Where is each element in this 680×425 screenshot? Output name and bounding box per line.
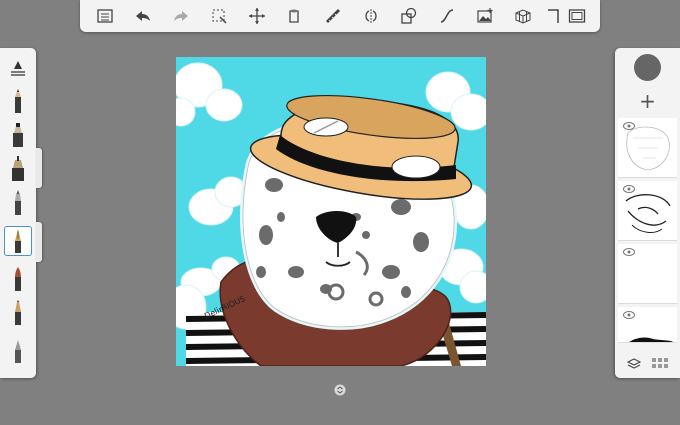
selection-button[interactable]	[200, 2, 238, 30]
brush-paintbrush[interactable]	[4, 188, 32, 218]
eye-icon[interactable]	[623, 122, 635, 130]
brush-airbrush[interactable]	[4, 154, 32, 184]
redo-icon	[174, 11, 188, 21]
image-button[interactable]	[466, 2, 504, 30]
layers-panel: +	[615, 48, 680, 378]
paintbrush-icon	[15, 190, 21, 215]
undo-icon	[136, 11, 150, 21]
brush-chisel[interactable]	[4, 298, 32, 328]
eye-icon[interactable]	[623, 185, 635, 193]
list-icon	[97, 9, 113, 23]
brush-felt[interactable]	[4, 264, 32, 294]
current-color-swatch[interactable]	[634, 54, 661, 81]
fill-icon	[289, 9, 299, 23]
eye-icon[interactable]	[623, 311, 635, 319]
brush-palette	[0, 48, 36, 378]
selection-icon	[212, 9, 227, 24]
layer-thumbnail-3[interactable]	[618, 244, 677, 304]
symmetry-button[interactable]	[352, 2, 390, 30]
shape-button[interactable]	[390, 2, 428, 30]
crop-icon	[548, 9, 559, 23]
fullscreen-button[interactable]	[564, 2, 590, 30]
fullscreen-icon	[568, 9, 586, 23]
drawing-canvas[interactable]: DelirRIOUS	[176, 57, 486, 366]
shape-icon	[401, 7, 417, 24]
layer-thumbnail-1[interactable]	[618, 118, 677, 178]
brush-marker[interactable]	[4, 120, 32, 150]
airbrush-icon	[12, 156, 24, 181]
artwork: DelirRIOUS	[176, 62, 486, 366]
redo-button[interactable]	[162, 2, 200, 30]
ink-pen-icon	[15, 229, 21, 253]
transform-button[interactable]	[238, 2, 276, 30]
perspective-button[interactable]	[504, 2, 542, 30]
brush-pencil[interactable]	[4, 86, 32, 116]
marker-icon	[13, 123, 23, 147]
curve-icon	[440, 9, 454, 23]
perspective-icon	[515, 9, 531, 24]
felt-brush-icon	[15, 267, 21, 291]
fill-button[interactable]	[276, 2, 314, 30]
curve-button[interactable]	[428, 2, 466, 30]
grid-view-icon[interactable]	[652, 358, 669, 370]
brush-opacity-slider[interactable]	[36, 222, 42, 262]
hard-brush-icon	[15, 340, 21, 363]
pencil-icon	[15, 89, 21, 113]
brush-settings-icon	[11, 61, 25, 76]
layers-stack-icon[interactable]	[626, 357, 641, 371]
brush-hard[interactable]	[4, 336, 32, 366]
layers-footer	[615, 350, 680, 378]
ruler-button[interactable]	[314, 2, 352, 30]
menu-list-button[interactable]	[86, 2, 124, 30]
layer-thumbnail-4[interactable]	[618, 307, 677, 343]
top-toolbar	[80, 0, 600, 32]
transform-icon	[249, 8, 265, 24]
crop-button[interactable]	[542, 2, 564, 30]
toggle-ui-handle[interactable]	[334, 384, 346, 396]
symmetry-icon	[365, 9, 377, 23]
brush-size-slider[interactable]	[36, 148, 42, 188]
undo-button[interactable]	[124, 2, 162, 30]
image-icon	[477, 8, 493, 23]
ruler-icon	[325, 8, 341, 24]
add-layer-button[interactable]: +	[615, 88, 680, 114]
chisel-icon	[15, 300, 21, 325]
brush-settings-button[interactable]	[4, 52, 32, 82]
eye-icon[interactable]	[623, 248, 635, 256]
plus-icon: +	[639, 89, 656, 113]
brush-ink-pen[interactable]	[4, 226, 32, 256]
layer-thumbnail-2[interactable]	[618, 181, 677, 241]
